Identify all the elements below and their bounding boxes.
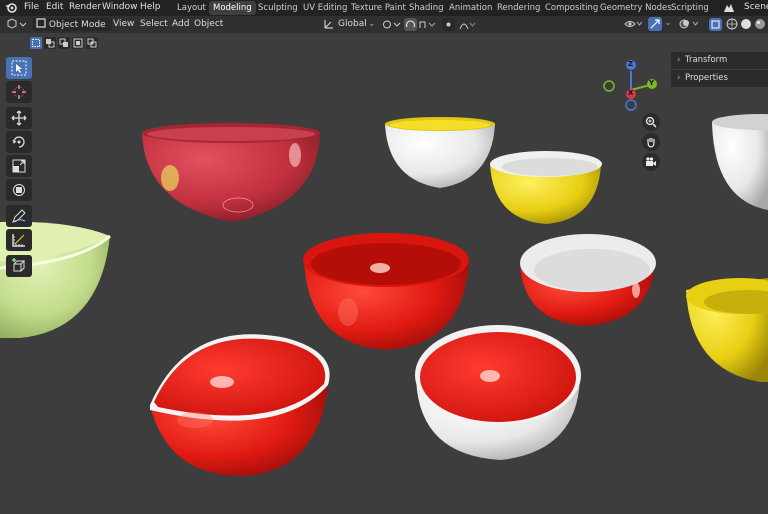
transform-icon	[13, 184, 25, 196]
hand-icon	[647, 138, 655, 148]
scene-name[interactable]: Scene	[744, 2, 768, 12]
tab-texture-paint[interactable]: Texture Paint	[347, 1, 410, 15]
transform-orientation-icon[interactable]	[323, 18, 335, 33]
ruler-icon	[12, 234, 25, 247]
3d-cursor-icon	[12, 85, 26, 99]
menu-render[interactable]: Render	[69, 2, 101, 12]
tab-uv-editing[interactable]: UV Editing	[299, 1, 351, 15]
bowl-white-yellow-top[interactable]	[385, 117, 495, 188]
editor-type-icon[interactable]	[6, 18, 28, 33]
tool-annotate[interactable]	[6, 205, 32, 227]
mode-label: Object Mode	[48, 20, 106, 30]
solid-shading-icon[interactable]	[740, 18, 752, 33]
select-subtract-icon[interactable]	[58, 37, 70, 49]
select-new-icon[interactable]	[30, 37, 42, 49]
3d-viewport[interactable]: Z Y X › Transform › Properties	[0, 33, 768, 514]
panel-transform[interactable]: › Transform	[671, 52, 768, 69]
tool-add-cube[interactable]	[6, 255, 32, 277]
menu-window[interactable]: Window	[102, 2, 138, 12]
menu-add[interactable]: Add	[172, 18, 189, 31]
tab-shading[interactable]: Shading	[405, 1, 448, 15]
tool-scale[interactable]	[6, 155, 32, 177]
tab-modeling[interactable]: Modeling	[209, 1, 256, 15]
rotate-icon	[12, 136, 25, 148]
scene-selector-icon[interactable]	[722, 2, 736, 17]
selection-mode-group	[30, 37, 98, 49]
menu-select[interactable]: Select	[140, 18, 168, 31]
panel-properties-label: Properties	[685, 73, 728, 83]
zoom-icon	[645, 116, 657, 128]
tab-layout[interactable]: Layout	[173, 1, 210, 15]
tool-transform[interactable]	[6, 179, 32, 201]
tab-scripting[interactable]: Scripting	[667, 1, 713, 15]
bowl-red-white-inside[interactable]	[520, 234, 656, 326]
overlays-icon[interactable]	[679, 18, 701, 33]
gizmo-x-label: X	[628, 89, 634, 97]
xray-icon[interactable]	[709, 18, 722, 31]
menu-object[interactable]: Object	[194, 18, 223, 31]
tool-move[interactable]	[6, 107, 32, 129]
transform-orientation[interactable]: Global	[338, 18, 367, 31]
viewport-header: Object Mode ⌄ View Select Add Object Glo…	[0, 16, 768, 43]
chevron-down-icon[interactable]: ⌄	[664, 18, 672, 28]
tab-compositing[interactable]: Compositing	[541, 1, 602, 15]
scale-icon	[12, 159, 26, 173]
snap-target-icon[interactable]	[419, 19, 437, 33]
pan-button[interactable]	[642, 133, 660, 151]
bowl-red-front-left[interactable]	[150, 334, 330, 477]
panel-transform-label: Transform	[685, 55, 728, 65]
menu-edit[interactable]: Edit	[46, 2, 63, 12]
bowl-white-partial[interactable]	[712, 114, 768, 210]
tab-rendering[interactable]: Rendering	[493, 1, 544, 15]
gizmo-z-label: Z	[628, 60, 634, 68]
chevron-down-icon[interactable]: ⌄	[368, 18, 376, 31]
object-mode-icon	[36, 18, 46, 28]
select-intersect-icon[interactable]	[86, 37, 98, 49]
select-invert-icon[interactable]	[72, 37, 84, 49]
tab-animation[interactable]: Animation	[445, 1, 496, 15]
bowl-white-red-inside[interactable]	[415, 325, 581, 460]
top-bar: File Edit Render Window Help Layout Mode…	[0, 0, 768, 16]
pivot-point-icon[interactable]	[382, 19, 402, 33]
zoom-button[interactable]	[642, 113, 660, 131]
bowl-yellow-partial[interactable]	[686, 278, 768, 382]
tool-rotate[interactable]	[6, 131, 32, 153]
menu-view[interactable]: View	[113, 18, 134, 31]
visibility-icon[interactable]	[624, 18, 644, 33]
proportional-edit-icon[interactable]	[442, 18, 455, 31]
blender-logo-icon[interactable]	[5, 2, 17, 14]
material-shading-icon[interactable]	[754, 18, 766, 33]
snap-icon[interactable]	[404, 18, 417, 31]
gizmo-y-label: Y	[649, 79, 655, 87]
falloff-icon[interactable]	[459, 19, 477, 33]
select-extend-icon[interactable]	[44, 37, 56, 49]
cursor-icon	[11, 60, 27, 76]
camera-view-button[interactable]	[642, 153, 660, 171]
tab-sculpting[interactable]: Sculpting	[254, 1, 302, 15]
mode-dropdown[interactable]: Object Mode ⌄	[32, 18, 112, 43]
gizmo-toggle-icon[interactable]	[648, 17, 662, 31]
bowl-yellow-white[interactable]	[490, 151, 602, 224]
tool-select-box[interactable]	[6, 57, 32, 79]
chevron-right-icon: ›	[677, 55, 681, 65]
camera-icon	[646, 157, 656, 166]
menu-help[interactable]: Help	[140, 2, 161, 12]
add-cube-icon	[12, 258, 26, 272]
tool-cursor[interactable]	[6, 81, 32, 103]
wireframe-shading-icon[interactable]	[726, 18, 738, 33]
chevron-right-icon: ›	[677, 73, 681, 83]
tool-measure[interactable]	[6, 229, 32, 251]
panel-properties[interactable]: › Properties	[671, 70, 768, 87]
tab-geometry-nodes[interactable]: Geometry Nodes	[596, 1, 676, 15]
menu-file[interactable]: File	[24, 2, 39, 12]
bowl-red-center[interactable]	[303, 233, 469, 350]
bowl-pink-red[interactable]	[142, 123, 320, 222]
move-icon	[11, 110, 27, 126]
pencil-icon	[12, 209, 26, 223]
